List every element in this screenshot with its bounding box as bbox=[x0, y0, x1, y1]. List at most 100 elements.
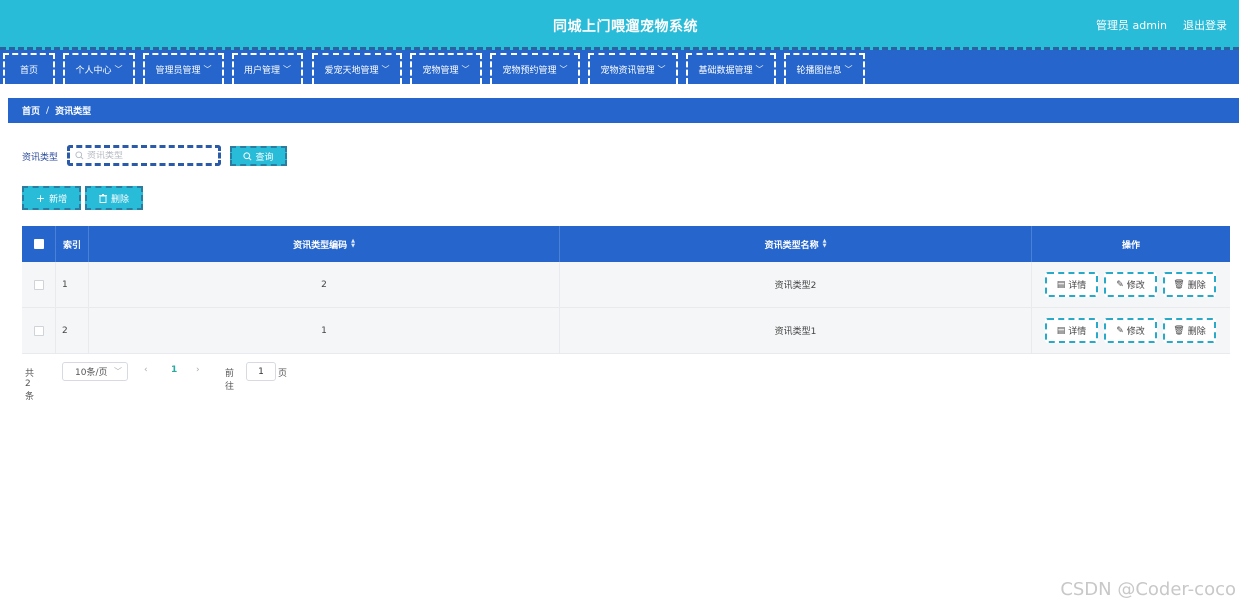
table-header: 索引 资讯类型编码 ▲ ▼ 资讯类型名称 ▲ ▼ 操作 bbox=[22, 226, 1230, 262]
edit-label: 修改 bbox=[1126, 281, 1145, 291]
pencil-icon: ✎ bbox=[1116, 325, 1124, 336]
watermark: CSDN @Coder-coco bbox=[1060, 579, 1236, 600]
add-button[interactable]: + 新增 bbox=[22, 186, 81, 210]
app-header: 同城上门喂遛宠物系统 管理员 admin 退出登录 bbox=[0, 0, 1239, 50]
chevron-down-icon: ﹀ bbox=[844, 65, 853, 74]
logout-link[interactable]: 退出登录 bbox=[1183, 17, 1227, 33]
sort-icon[interactable]: ▲ ▼ bbox=[351, 239, 355, 249]
trash-icon: 🗑 bbox=[1173, 279, 1185, 290]
chevron-down-icon: ﹀ bbox=[559, 65, 568, 74]
page-size-value: 10条/页 bbox=[75, 368, 108, 378]
chevron-down-icon: ﹀ bbox=[461, 65, 470, 74]
nav-item-label: 宠物资讯管理 bbox=[600, 66, 655, 76]
nav-item-pet-management[interactable]: 宠物管理 ﹀ bbox=[410, 53, 482, 84]
nav-item-label: 首页 bbox=[19, 66, 38, 76]
nav-item-carousel-info[interactable]: 轮播图信息 ﹀ bbox=[784, 53, 865, 84]
row-checkbox[interactable] bbox=[33, 325, 44, 336]
page-size-select[interactable]: 10条/页 ﹀ bbox=[62, 362, 128, 381]
user-area: 管理员 admin 退出登录 bbox=[1096, 17, 1227, 33]
delete-button[interactable]: 🗑 删除 bbox=[1163, 272, 1216, 297]
edit-button[interactable]: ✎ 修改 bbox=[1104, 272, 1157, 297]
breadcrumb-home[interactable]: 首页 bbox=[22, 104, 40, 117]
select-all-cell bbox=[22, 226, 56, 262]
nav-item-label: 宠物预约管理 bbox=[502, 66, 557, 76]
nav-item-pet-world-management[interactable]: 爱宠天地管理 ﹀ bbox=[312, 53, 402, 84]
nav-item-home[interactable]: 首页 bbox=[3, 53, 55, 84]
search-label: 资讯类型 bbox=[22, 153, 59, 163]
nav-item-admin-management[interactable]: 管理员管理 ﹀ bbox=[143, 53, 224, 84]
nav-item-user-management[interactable]: 用户管理 ﹀ bbox=[232, 53, 303, 84]
chevron-down-icon: ﹀ bbox=[381, 65, 390, 74]
query-button[interactable]: 查询 bbox=[230, 146, 287, 166]
row-index: 2 bbox=[56, 308, 89, 353]
main-nav: 首页 个人中心 ﹀ 管理员管理 ﹀ 用户管理 ﹀ 爱宠天地管理 ﹀ 宠物管理 ﹀ 宠物预约… bbox=[0, 50, 1239, 84]
select-all-checkbox[interactable] bbox=[33, 239, 44, 249]
row-select-cell bbox=[22, 308, 56, 353]
header-index: 索引 bbox=[56, 226, 89, 262]
row-select-cell bbox=[22, 262, 56, 307]
trash-icon: 🗑 bbox=[1173, 325, 1185, 336]
document-icon: ▤ bbox=[1056, 325, 1066, 336]
search-icon bbox=[243, 151, 252, 160]
detail-button[interactable]: ▤ 详情 bbox=[1045, 272, 1098, 297]
breadcrumb-separator: / bbox=[46, 105, 50, 116]
app-title: 同城上门喂遛宠物系统 bbox=[553, 19, 698, 35]
chevron-down-icon: ﹀ bbox=[283, 65, 291, 74]
nav-item-label: 宠物管理 bbox=[422, 66, 459, 76]
row-checkbox[interactable] bbox=[33, 279, 44, 290]
detail-label: 详情 bbox=[1068, 327, 1087, 337]
search-icon bbox=[75, 151, 84, 160]
detail-label: 详情 bbox=[1068, 281, 1087, 291]
table-row: 2 1 资讯类型1 ▤ 详情 ✎ 修改 🗑 删除 bbox=[22, 308, 1230, 354]
nav-item-label: 管理员管理 bbox=[155, 66, 201, 76]
sort-icon[interactable]: ▲ ▼ bbox=[823, 239, 827, 249]
nav-item-label: 基础数据管理 bbox=[698, 66, 753, 76]
nav-item-pet-booking-management[interactable]: 宠物预约管理 ﹀ bbox=[490, 53, 580, 84]
search-input[interactable] bbox=[87, 150, 207, 161]
goto-page-input[interactable] bbox=[246, 362, 276, 381]
header-name[interactable]: 资讯类型名称 ▲ ▼ bbox=[560, 226, 1032, 262]
prev-page-button[interactable]: ‹ bbox=[144, 365, 148, 375]
batch-delete-label: 删除 bbox=[110, 194, 129, 205]
batch-delete-button[interactable]: 删除 bbox=[85, 186, 143, 210]
nav-item-label: 个人中心 bbox=[75, 66, 112, 76]
row-index: 1 bbox=[56, 262, 89, 307]
nav-item-personal-center[interactable]: 个人中心 ﹀ bbox=[63, 53, 135, 84]
row-name: 资讯类型2 bbox=[560, 262, 1032, 307]
goto-label: 前往 bbox=[225, 369, 235, 392]
delete-label: 删除 bbox=[1187, 281, 1206, 291]
row-code: 1 bbox=[89, 308, 560, 353]
edit-button[interactable]: ✎ 修改 bbox=[1104, 318, 1157, 343]
breadcrumb: 首页 / 资讯类型 bbox=[8, 98, 1239, 123]
plus-icon: + bbox=[35, 191, 46, 205]
search-field[interactable] bbox=[67, 145, 221, 166]
add-button-label: 新增 bbox=[49, 194, 68, 205]
next-page-button[interactable]: › bbox=[196, 365, 200, 375]
query-button-label: 查询 bbox=[255, 152, 274, 163]
chevron-down-icon: ﹀ bbox=[114, 65, 123, 74]
delete-button[interactable]: 🗑 删除 bbox=[1163, 318, 1216, 343]
header-code-label: 资讯类型编码 bbox=[293, 240, 348, 251]
nav-item-label: 轮播图信息 bbox=[796, 66, 842, 76]
nav-item-base-data-management[interactable]: 基础数据管理 ﹀ bbox=[686, 53, 776, 84]
chevron-down-icon: ﹀ bbox=[203, 65, 212, 74]
row-name: 资讯类型1 bbox=[560, 308, 1032, 353]
detail-button[interactable]: ▤ 详情 bbox=[1045, 318, 1098, 343]
breadcrumb-current: 资讯类型 bbox=[55, 107, 92, 117]
pencil-icon: ✎ bbox=[1116, 279, 1124, 290]
header-actions: 操作 bbox=[1121, 240, 1140, 251]
delete-label: 删除 bbox=[1187, 327, 1206, 337]
trash-icon bbox=[98, 193, 107, 203]
current-user: 管理员 admin bbox=[1096, 19, 1167, 32]
header-name-label: 资讯类型名称 bbox=[764, 240, 819, 251]
header-code[interactable]: 资讯类型编码 ▲ ▼ bbox=[89, 226, 560, 262]
nav-item-label: 爱宠天地管理 bbox=[324, 66, 379, 76]
table-row: 1 2 资讯类型2 ▤ 详情 ✎ 修改 🗑 删除 bbox=[22, 262, 1230, 308]
row-code: 2 bbox=[89, 262, 560, 307]
page-number[interactable]: 1 bbox=[171, 365, 177, 375]
chevron-down-icon: ﹀ bbox=[755, 65, 764, 74]
chevron-down-icon: ﹀ bbox=[114, 367, 122, 376]
edit-label: 修改 bbox=[1126, 327, 1145, 337]
nav-item-pet-news-management[interactable]: 宠物资讯管理 ﹀ bbox=[588, 53, 678, 84]
document-icon: ▤ bbox=[1056, 279, 1066, 290]
